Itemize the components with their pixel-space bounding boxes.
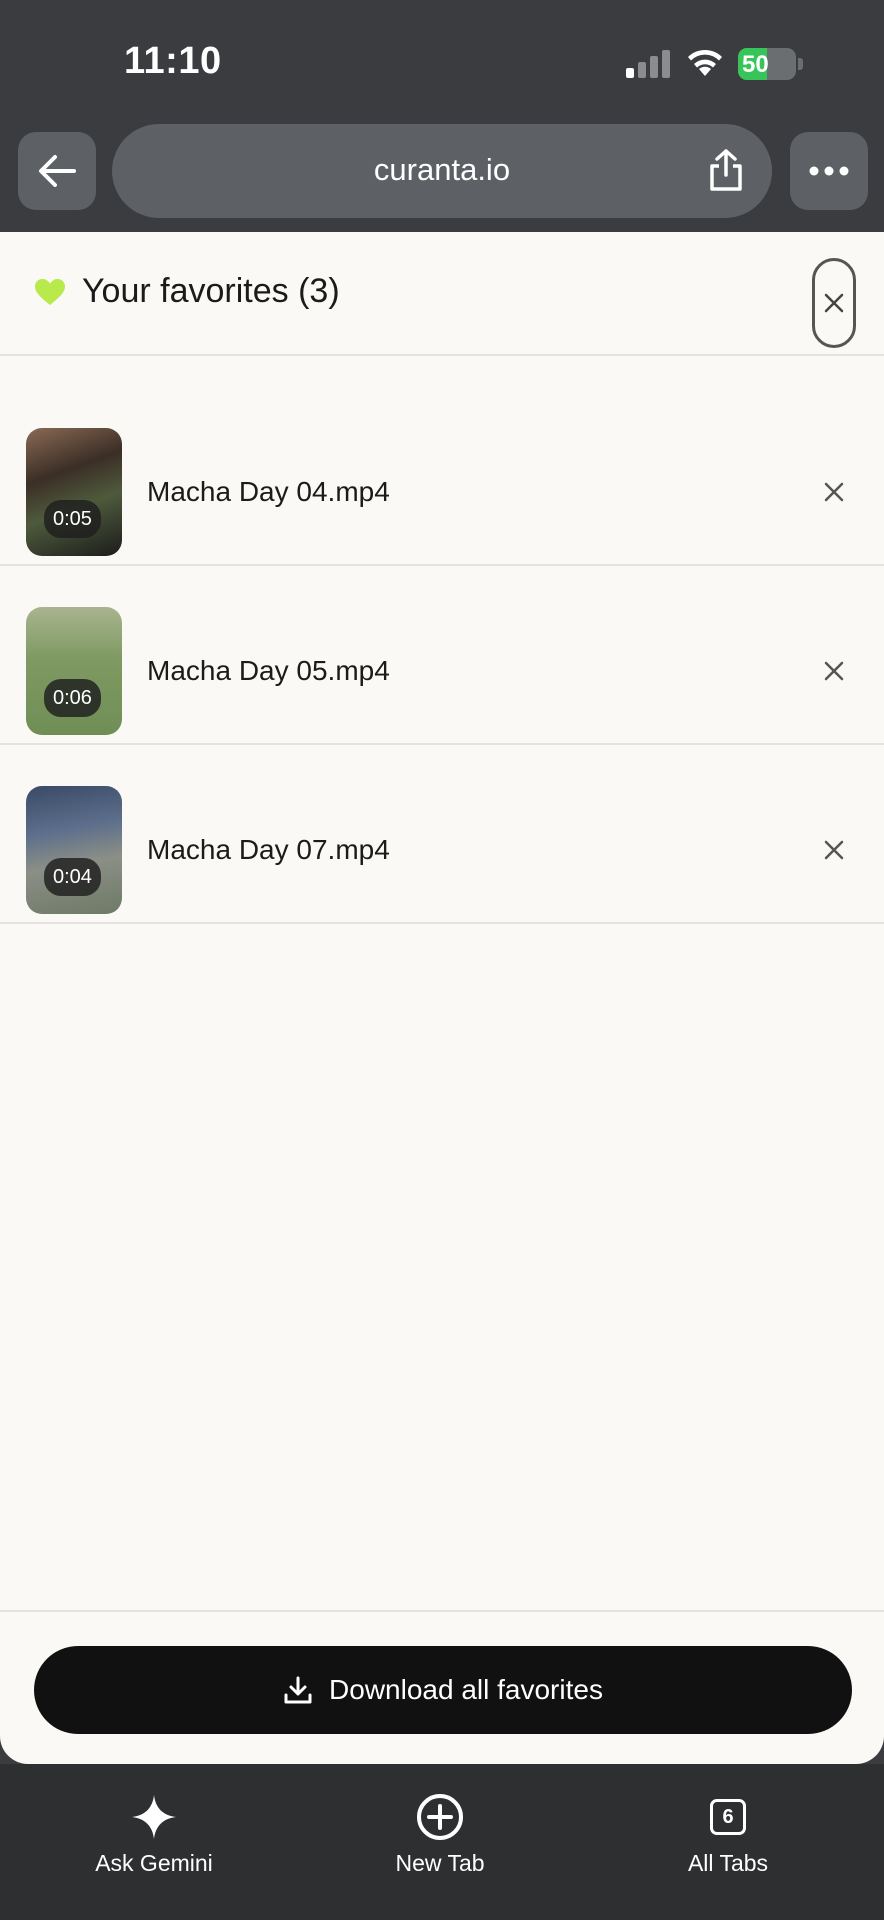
close-icon (824, 661, 844, 681)
video-name: Macha Day 07.mp4 (147, 834, 390, 865)
tab-count-icon: 6 (710, 1799, 746, 1835)
video-thumbnail[interactable]: 0:06 (26, 607, 122, 735)
ask-gemini-label: Ask Gemini (95, 1850, 213, 1876)
close-icon (824, 482, 844, 502)
close-icon (824, 293, 844, 313)
download-all-label: Download all favorites (329, 1674, 603, 1705)
close-sheet-button[interactable] (812, 258, 856, 348)
favorite-item[interactable]: 0:05 Macha Day 04.mp4 (0, 386, 884, 566)
all-tabs-button[interactable]: 6 All Tabs (628, 1792, 828, 1877)
url-text: curanta.io (373, 152, 511, 187)
bottom-nav: Ask Gemini New Tab 6 All Tabs (0, 1764, 884, 1920)
back-arrow-icon (39, 155, 76, 187)
download-icon (284, 1676, 312, 1704)
url-bar[interactable]: curanta.io (112, 124, 772, 218)
battery-indicator: 50 (738, 48, 804, 80)
favorite-item[interactable]: 0:04 Macha Day 07.mp4 (0, 744, 884, 924)
more-icon (809, 166, 849, 176)
status-time: 11:10 (124, 40, 222, 82)
sparkle-icon (132, 1795, 176, 1839)
download-all-button[interactable]: Download all favorites (34, 1646, 852, 1734)
battery-percent: 50 (742, 51, 769, 78)
share-icon[interactable] (706, 148, 746, 192)
heart-icon (35, 279, 65, 305)
favorite-item[interactable]: 0:06 Macha Day 05.mp4 (0, 565, 884, 745)
video-thumbnail[interactable]: 0:04 (26, 786, 122, 914)
video-duration: 0:05 (44, 500, 101, 538)
more-button[interactable] (790, 132, 868, 210)
sheet-header: Your favorites (3) (0, 232, 884, 356)
video-name: Macha Day 04.mp4 (147, 476, 390, 507)
all-tabs-label: All Tabs (687, 1850, 769, 1876)
close-icon (824, 840, 844, 860)
remove-favorite-button[interactable] (816, 832, 852, 868)
cellular-signal-icon (626, 50, 670, 78)
favorites-sheet: Your favorites (3) 0:05 Macha Day 04.mp4… (0, 232, 884, 1764)
footer-divider (0, 1610, 884, 1612)
new-tab-button[interactable]: New Tab (340, 1792, 540, 1877)
new-tab-label: New Tab (395, 1850, 485, 1876)
ask-gemini-button[interactable]: Ask Gemini (54, 1792, 254, 1877)
video-duration: 0:06 (44, 679, 101, 717)
wifi-icon (688, 49, 722, 76)
video-name: Macha Day 05.mp4 (147, 655, 390, 686)
video-thumbnail[interactable]: 0:05 (26, 428, 122, 556)
remove-favorite-button[interactable] (816, 474, 852, 510)
status-bar: 11:10 50 (0, 0, 884, 120)
remove-favorite-button[interactable] (816, 653, 852, 689)
video-duration: 0:04 (44, 858, 101, 896)
plus-circle-icon (417, 1794, 463, 1840)
sheet-title: Your favorites (3) (82, 272, 340, 310)
back-button[interactable] (18, 132, 96, 210)
